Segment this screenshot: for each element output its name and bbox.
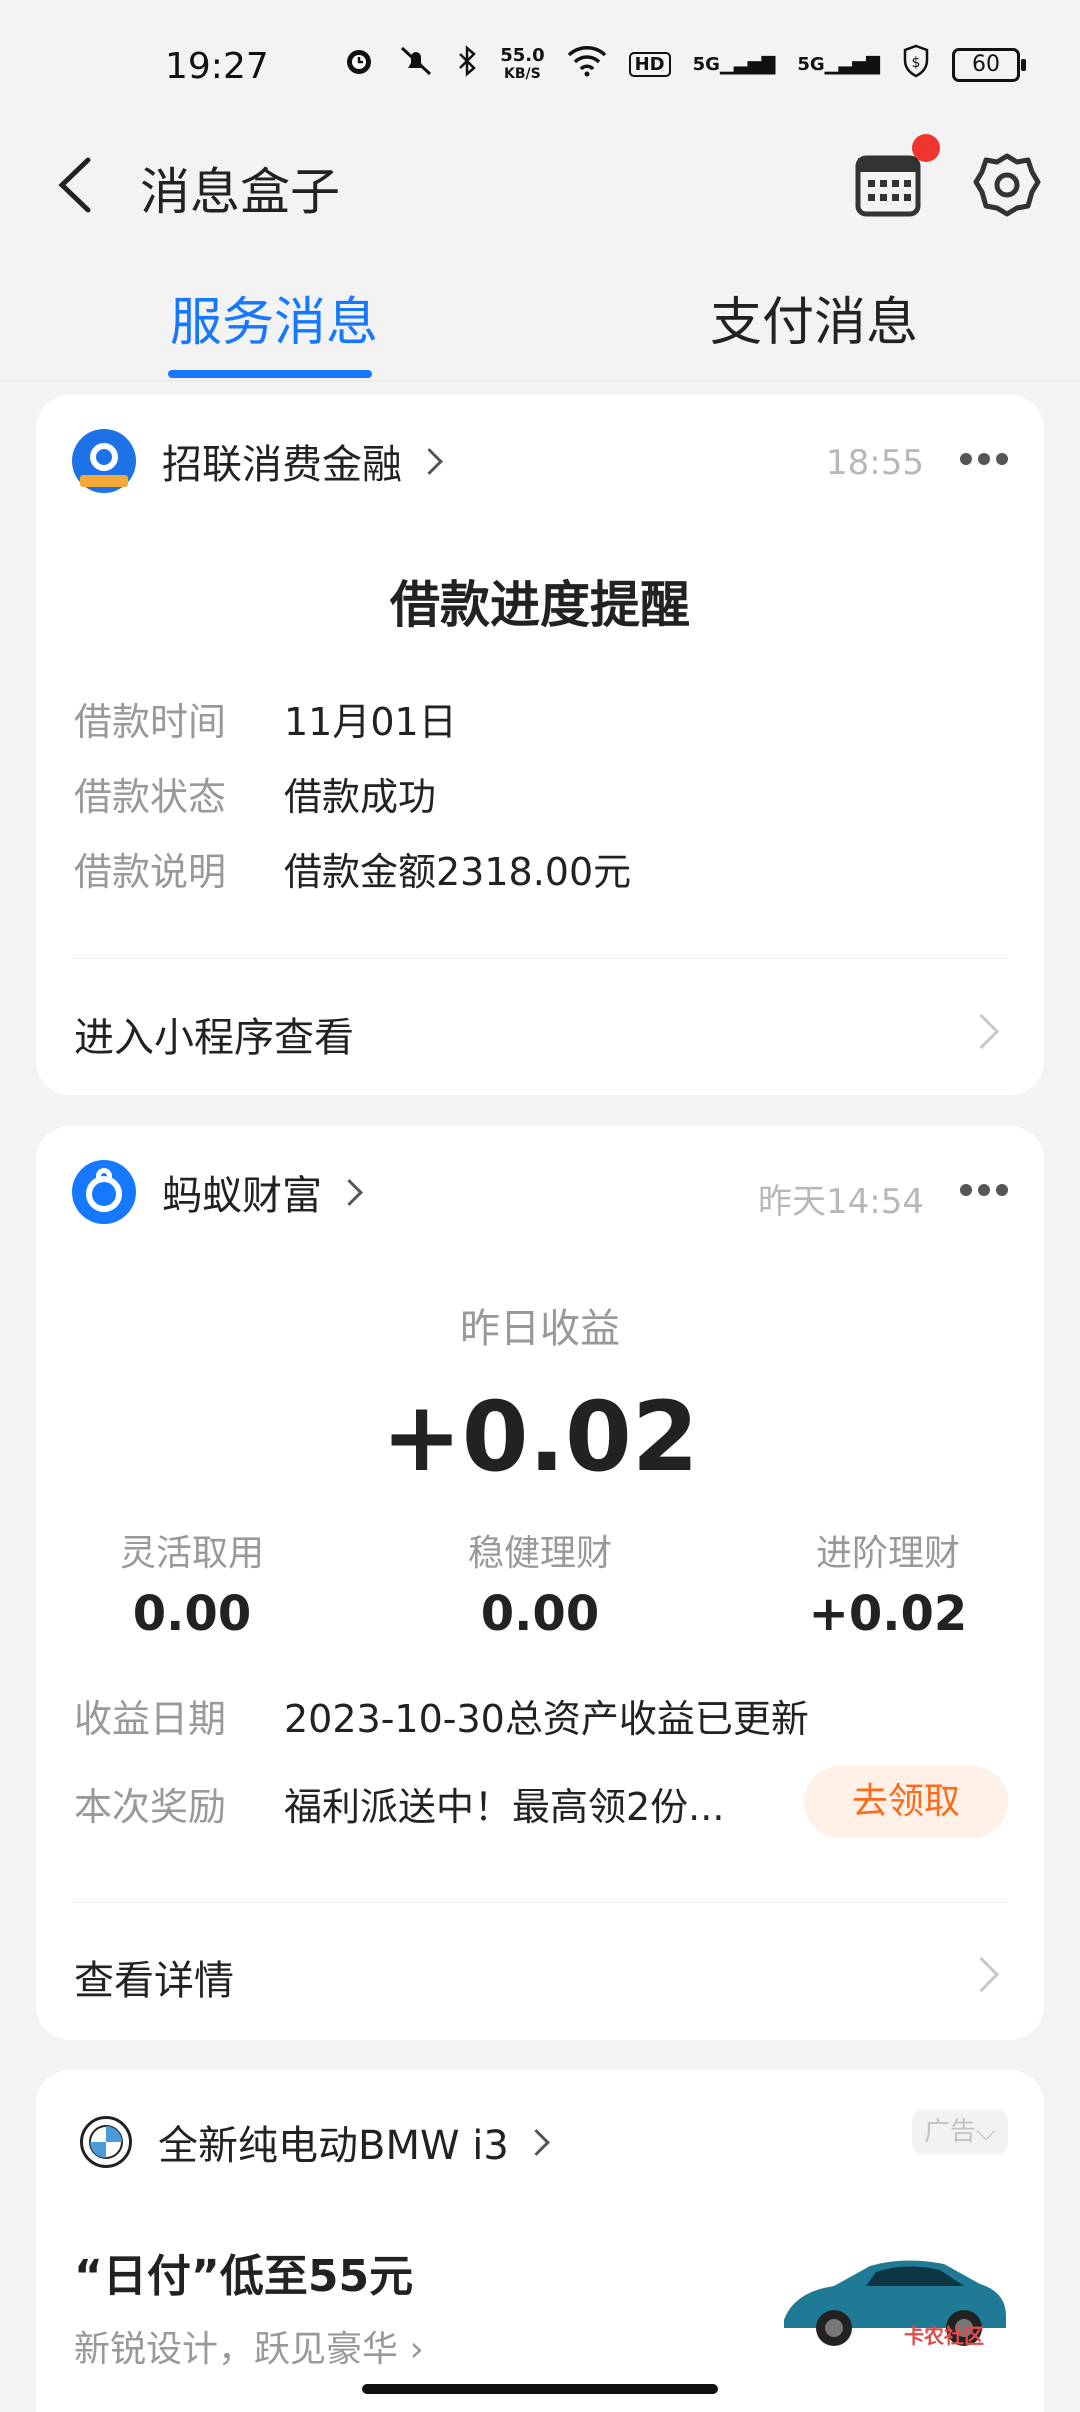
detail-key: 本次奖励 <box>74 1785 227 1829</box>
status-time: 19:27 <box>165 46 269 87</box>
active-tab-indicator <box>168 370 372 378</box>
link-label: 查看详情 <box>74 1958 234 2004</box>
detail-row: 本次奖励 福利派送中！最高领2份... <box>74 1776 724 1831</box>
hd-icon: HD <box>628 52 671 77</box>
divider <box>72 1902 1008 1903</box>
detail-key: 借款状态 <box>74 775 227 819</box>
bluetooth-icon <box>456 44 478 85</box>
ant-fortune-logo-icon <box>72 1160 136 1224</box>
detail-key: 借款时间 <box>74 700 227 744</box>
settings-button[interactable] <box>972 150 1042 220</box>
detail-value: 借款成功 <box>284 775 437 819</box>
link-label: 进入小程序查看 <box>74 1015 354 1061</box>
notice-title: 借款进度提醒 <box>390 576 690 634</box>
calendar-icon <box>855 155 921 217</box>
stat-item: 稳健理财 0.00 <box>400 1524 680 1642</box>
more-options-button[interactable] <box>960 1184 1008 1196</box>
sender-name: 招联消费金融 <box>162 442 402 488</box>
status-icons: 55.0 KB/S HD 5G▁▃▅▇ 5G▁▃▅▇ $ 60 <box>342 44 1026 85</box>
wealth-message-card: 蚂蚁财富 昨天14:54 昨日收益 +0.02 灵活取用 0.00 稳健理财 0… <box>36 1126 1044 2040</box>
zhaolian-logo-icon <box>72 429 136 493</box>
more-options-button[interactable] <box>960 453 1008 465</box>
back-button[interactable] <box>48 150 108 220</box>
ad-promo: “日付”低至55元 <box>74 2251 414 2302</box>
top-header: 消息盒子 <box>0 130 1080 240</box>
tab-payment-messages[interactable]: 支付消息 <box>710 280 918 355</box>
stat-value: +0.02 <box>808 1586 968 1642</box>
signal-icon-2: 5G▁▃▅▇ <box>797 54 880 75</box>
detail-row: 借款状态 借款成功 <box>74 766 436 821</box>
sender-name: 蚂蚁财富 <box>162 1173 322 1219</box>
ad-card[interactable]: 全新纯电动BMW i3 广告⌵ “日付”低至55元 新锐设计，跃见豪华 › <box>36 2070 1044 2412</box>
detail-row: 借款时间 11月01日 <box>74 691 457 746</box>
wifi-icon <box>567 45 607 84</box>
reward-text: 福利派送中！最高领2份... <box>284 1785 725 1829</box>
network-speed: 55.0 KB/S <box>500 44 545 82</box>
chevron-right-icon <box>522 2128 550 2156</box>
status-bar: 19:27 55.0 KB/S HD 5G▁▃▅▇ 5G▁▃▅▇ $ 60 <box>0 0 1080 130</box>
sender-name: 全新纯电动BMW i3 <box>158 2123 509 2169</box>
stat-value: 0.00 <box>480 1586 600 1642</box>
earnings-value: +0.02 <box>381 1381 699 1493</box>
bmw-logo-icon <box>80 2116 132 2168</box>
message-time: 18:55 <box>826 443 924 483</box>
detail-key: 借款说明 <box>74 850 227 894</box>
view-details-link[interactable]: 查看详情 <box>74 1948 1008 2006</box>
earnings-label: 昨日收益 <box>460 1306 620 1352</box>
detail-key: 收益日期 <box>74 1697 227 1741</box>
claim-button[interactable]: 去领取 <box>804 1766 1008 1838</box>
stat-value: 0.00 <box>132 1586 252 1642</box>
svg-text:$: $ <box>912 55 921 71</box>
stat-label: 进阶理财 <box>815 1533 960 1574</box>
mute-icon <box>398 44 434 85</box>
tab-service-messages[interactable]: 服务消息 <box>170 280 378 355</box>
chevron-right-icon <box>963 1013 1000 1050</box>
home-indicator[interactable] <box>362 2384 718 2394</box>
open-mini-program-link[interactable]: 进入小程序查看 <box>74 1005 1008 1063</box>
stat-label: 稳健理财 <box>467 1533 612 1574</box>
chevron-right-icon <box>963 1956 1000 1993</box>
divider <box>72 958 1008 959</box>
wealth-card-header[interactable]: 蚂蚁财富 <box>72 1160 363 1224</box>
notification-dot <box>912 134 940 162</box>
watermark: 卡农社区 <box>904 2324 984 2348</box>
loan-message-card: 招联消费金融 18:55 借款进度提醒 借款时间 11月01日 借款状态 借款成… <box>36 395 1044 1095</box>
stat-item: 灵活取用 0.00 <box>52 1524 332 1642</box>
ad-tag[interactable]: 广告⌵ <box>912 2110 1008 2154</box>
calendar-button[interactable] <box>852 148 924 220</box>
gear-icon <box>973 153 1041 217</box>
loan-card-header[interactable]: 招联消费金融 <box>72 429 443 493</box>
chevron-right-icon <box>336 1178 363 1206</box>
ad-card-header[interactable]: 全新纯电动BMW i3 <box>80 2110 550 2174</box>
signal-icon-1: 5G▁▃▅▇ <box>692 54 776 75</box>
detail-value: 借款金额2318.00元 <box>284 850 632 894</box>
battery-icon: 60 <box>952 47 1026 82</box>
chevron-left-icon <box>58 157 91 213</box>
stat-item: 进阶理财 +0.02 <box>748 1524 1028 1642</box>
page-title: 消息盒子 <box>140 163 340 221</box>
stat-label: 灵活取用 <box>119 1533 264 1574</box>
detail-row: 借款说明 借款金额2318.00元 <box>74 841 631 896</box>
chevron-right-icon <box>416 447 443 475</box>
detail-value: 11月01日 <box>284 700 457 744</box>
tab-bar: 服务消息 支付消息 <box>0 260 1080 381</box>
ad-subtitle: 新锐设计，跃见豪华 › <box>74 2329 424 2370</box>
detail-row: 收益日期 2023-10-30总资产收益已更新 <box>74 1688 809 1743</box>
alarm-icon <box>342 44 376 85</box>
shield-dollar-icon: $ <box>902 44 930 85</box>
message-time: 昨天14:54 <box>758 1182 924 1222</box>
detail-value: 2023-10-30总资产收益已更新 <box>284 1697 809 1741</box>
